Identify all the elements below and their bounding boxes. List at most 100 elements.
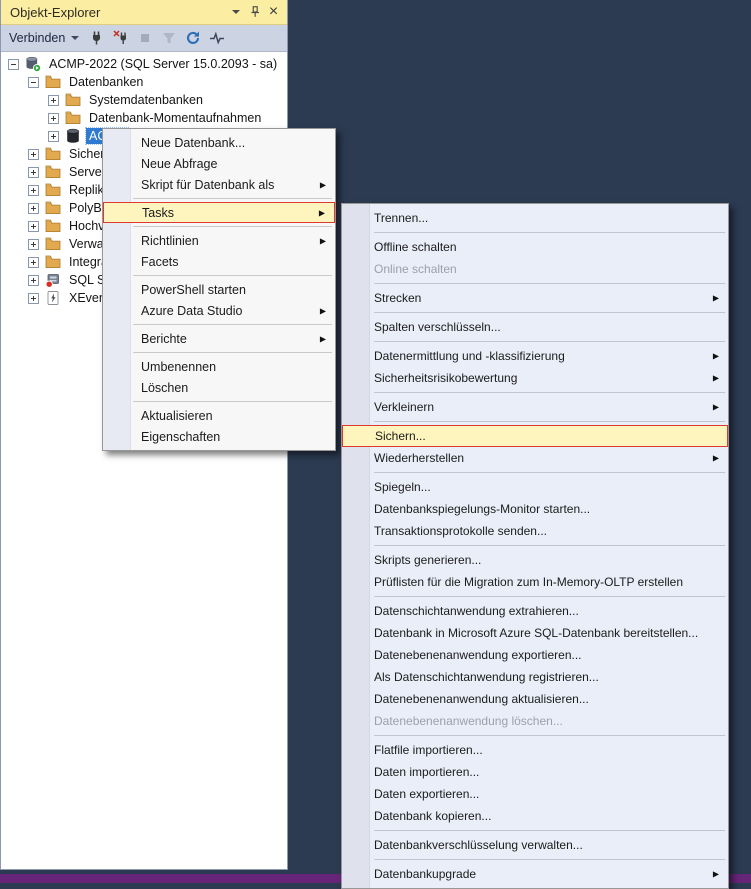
submenu-item-wiederherstellen[interactable]: Wiederherstellen▶ [342,447,728,469]
submenu-item-daten-importieren[interactable]: Daten importieren... [342,761,728,783]
menu-item-powershell-starten[interactable]: PowerShell starten [103,279,335,300]
menu-item-label: Sichern... [375,429,426,443]
menu-separator [133,324,332,325]
menu-item-label: Strecken [374,291,421,305]
menu-item-label: Datenebenenanwendung löschen... [374,714,563,728]
submenu-item-strecken[interactable]: Strecken▶ [342,287,728,309]
expand-icon[interactable] [28,167,39,178]
stop-icon[interactable] [133,27,157,49]
tree-item-label: ACMP-2022 (SQL Server 15.0.2093 - sa) [46,56,280,72]
tree-item[interactable]: Datenbank-Momentaufnahmen [2,109,286,127]
submenu-item-datenbank-kopieren[interactable]: Datenbank kopieren... [342,805,728,827]
menu-item-neue-datenbank[interactable]: Neue Datenbank... [103,132,335,153]
submenu-item-daten-exportieren[interactable]: Daten exportieren... [342,783,728,805]
menu-item-label: Flatfile importieren... [374,743,483,757]
submenu-arrow-icon: ▶ [713,352,719,361]
submenu-item-online-schalten[interactable]: Online schalten [342,258,728,280]
expand-icon[interactable] [48,131,59,142]
menu-item-label: Neue Abfrage [141,157,217,171]
submenu-item-spiegeln[interactable]: Spiegeln... [342,476,728,498]
menu-item-skript-fuer-datenbank-als[interactable]: Skript für Datenbank als▶ [103,174,335,195]
submenu-item-spalten-verschluesseln[interactable]: Spalten verschlüsseln... [342,316,728,338]
submenu-item-verschluesselung-verwalten[interactable]: Datenbankverschlüsselung verwalten... [342,834,728,856]
submenu-item-verkleinern[interactable]: Verkleinern▶ [342,396,728,418]
submenu-item-sichern[interactable]: Sichern... [342,425,728,447]
tree-item[interactable]: Datenbanken [2,73,286,91]
expand-icon[interactable] [28,203,39,214]
expand-icon[interactable] [48,113,59,124]
menu-item-label: Neue Datenbank... [141,136,245,150]
menu-item-tasks[interactable]: Tasks▶ [103,202,335,223]
expand-icon[interactable] [28,275,39,286]
tree-item[interactable]: ACMP-2022 (SQL Server 15.0.2093 - sa) [2,55,286,73]
menu-separator [374,232,725,233]
submenu-item-datenebene-aktualisieren[interactable]: Datenebenenanwendung aktualisieren... [342,688,728,710]
submenu-item-azure-bereitstellen[interactable]: Datenbank in Microsoft Azure SQL-Datenba… [342,622,728,644]
menu-item-eigenschaften[interactable]: Eigenschaften [103,426,335,447]
activity-monitor-icon[interactable] [205,27,229,49]
menu-item-label: Datenbank kopieren... [374,809,491,823]
folder-icon [45,164,61,180]
submenu-arrow-icon: ▶ [713,374,719,383]
menu-item-label: Eigenschaften [141,430,220,444]
tree-item[interactable]: Systemdatenbanken [2,91,286,109]
collapse-icon[interactable] [28,77,39,88]
submenu-item-transaktionsprotokolle[interactable]: Transaktionsprotokolle senden... [342,520,728,542]
submenu-arrow-icon: ▶ [320,306,326,315]
object-explorer-titlebar[interactable]: Objekt-Explorer × [1,0,287,25]
menu-item-label: Facets [141,255,179,269]
collapse-icon[interactable] [8,59,19,70]
connect-button[interactable]: Verbinden [5,28,85,48]
menu-item-label: Prüflisten für die Migration zum In-Memo… [374,575,683,589]
expand-icon[interactable] [48,95,59,106]
menu-separator [133,352,332,353]
menu-item-label: Skript für Datenbank als [141,178,274,192]
submenu-item-flatfile-importieren[interactable]: Flatfile importieren... [342,739,728,761]
expand-icon[interactable] [28,239,39,250]
submenu-item-sicherheitsrisikobewertung[interactable]: Sicherheitsrisikobewertung ▶ [342,367,728,389]
expand-icon[interactable] [28,257,39,268]
menu-separator [133,275,332,276]
tree-item-label: Datenbank-Momentaufnahmen [86,110,264,126]
submenu-item-datenbankupgrade[interactable]: Datenbankupgrade▶ [342,863,728,885]
disconnect-icon[interactable] [109,27,133,49]
folder-icon [45,146,61,162]
window-position-icon[interactable] [226,3,245,22]
menu-item-label: Umbenennen [141,360,216,374]
submenu-item-datenschicht-registrieren[interactable]: Als Datenschichtanwendung registrieren..… [342,666,728,688]
submenu-item-skripts-generieren[interactable]: Skripts generieren... [342,549,728,571]
menu-item-label: Datenbankverschlüsselung verwalten... [374,838,583,852]
menu-item-facets[interactable]: Facets [103,251,335,272]
connect-icon[interactable] [85,27,109,49]
submenu-item-datenschicht-extrahieren[interactable]: Datenschichtanwendung extrahieren... [342,600,728,622]
menu-item-azure-data-studio[interactable]: Azure Data Studio▶ [103,300,335,321]
menu-item-label: Tasks [142,206,174,220]
expand-icon[interactable] [28,185,39,196]
submenu-item-datenebene-exportieren[interactable]: Datenebenenanwendung exportieren... [342,644,728,666]
submenu-item-datenebene-loeschen[interactable]: Datenebenenanwendung löschen... [342,710,728,732]
refresh-icon[interactable] [181,27,205,49]
menu-item-label: Spalten verschlüsseln... [374,320,501,334]
menu-item-richtlinien[interactable]: Richtlinien▶ [103,230,335,251]
submenu-item-pruefisten-in-memory[interactable]: Prüflisten für die Migration zum In-Memo… [342,571,728,593]
expand-icon[interactable] [28,221,39,232]
filter-icon[interactable] [157,27,181,49]
submenu-item-trennen[interactable]: Trennen... [342,207,728,229]
menu-item-aktualisieren[interactable]: Aktualisieren [103,405,335,426]
menu-item-neue-abfrage[interactable]: Neue Abfrage [103,153,335,174]
menu-item-label: Sicherheitsrisikobewertung [374,371,517,385]
close-icon[interactable]: × [264,3,283,22]
menu-item-umbenennen[interactable]: Umbenennen [103,356,335,377]
chevron-down-icon [71,36,79,40]
menu-item-loeschen[interactable]: Löschen [103,377,335,398]
submenu-item-offline-schalten[interactable]: Offline schalten [342,236,728,258]
submenu-item-spiegelungs-monitor[interactable]: Datenbankspiegelungs-Monitor starten... [342,498,728,520]
pin-icon[interactable] [245,3,264,22]
expand-icon[interactable] [28,293,39,304]
menu-item-berichte[interactable]: Berichte▶ [103,328,335,349]
expand-icon[interactable] [28,149,39,160]
menu-item-label: Online schalten [374,262,457,276]
folder-icon [45,182,61,198]
tree-item-label: Systemdatenbanken [86,92,206,108]
submenu-item-datenermittlung[interactable]: Datenermittlung und -klassifizierung▶ [342,345,728,367]
